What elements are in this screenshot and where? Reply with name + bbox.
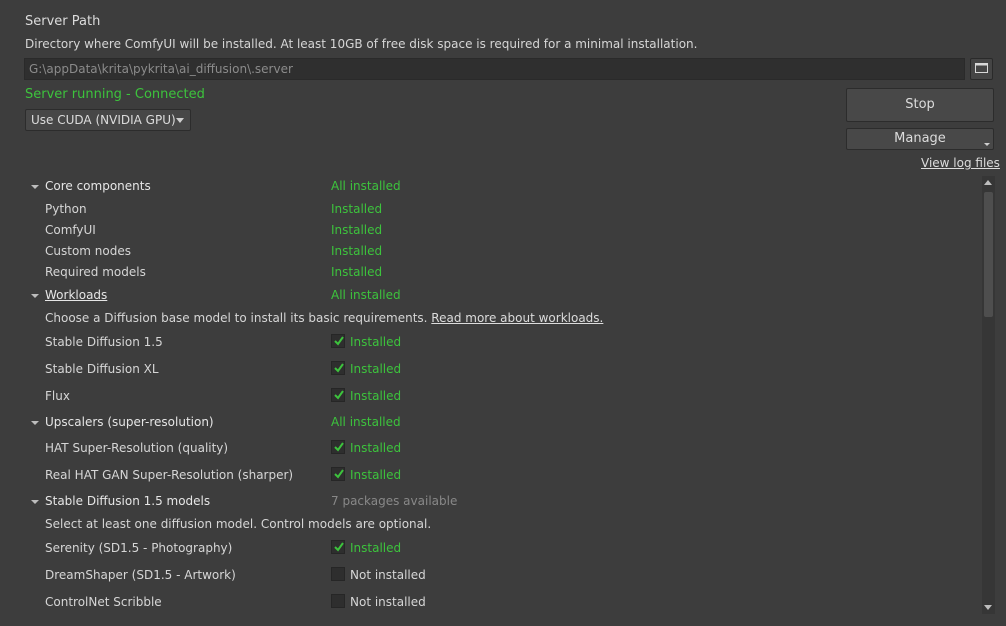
item-label: Flux	[45, 389, 70, 403]
item-label: DreamShaper (SD1.5 - Artwork)	[45, 568, 236, 582]
item-checkbox[interactable]	[331, 540, 345, 554]
item-status: Installed	[350, 389, 402, 403]
checkmark-icon	[334, 336, 344, 346]
section-label: Workloads	[45, 288, 108, 302]
list-item: Python Installed	[25, 199, 980, 219]
checkmark-icon	[334, 363, 344, 373]
item-status: Installed	[350, 362, 402, 376]
section-status: All installed	[331, 179, 401, 193]
read-more-workloads-link[interactable]: Read more about workloads.	[431, 311, 603, 325]
item-checkbox[interactable]	[331, 334, 345, 348]
item-label: Custom nodes	[45, 244, 131, 258]
item-status: Installed	[350, 541, 402, 555]
model-item: DreamShaper (SD1.5 - Artwork) Not instal…	[25, 565, 980, 585]
stop-button[interactable]: Stop	[846, 88, 994, 122]
checkmark-icon	[334, 469, 344, 479]
workload-item: Flux Installed	[25, 386, 980, 406]
section-status: All installed	[331, 288, 401, 302]
menu-indicator-icon	[984, 143, 990, 146]
item-label: Serenity (SD1.5 - Photography)	[45, 541, 233, 555]
hint-text: Choose a Diffusion base model to install…	[45, 311, 428, 325]
item-status: Installed	[331, 265, 383, 279]
scrollbar-thumb[interactable]	[984, 192, 993, 317]
expand-arrow-icon[interactable]	[31, 421, 39, 425]
package-tree: Core components All installed Python Ins…	[25, 174, 980, 618]
scroll-up-icon[interactable]	[984, 180, 992, 185]
checkmark-icon	[334, 390, 344, 400]
item-status: Not installed	[350, 595, 426, 609]
section-upscalers[interactable]: Upscalers (super-resolution) All install…	[25, 412, 980, 432]
workload-item: Stable Diffusion XL Installed	[25, 359, 980, 379]
section-core-components[interactable]: Core components All installed	[25, 176, 980, 196]
checkmark-icon	[334, 442, 344, 452]
section-hint: Choose a Diffusion base model to install…	[25, 308, 980, 328]
list-item: ComfyUI Installed	[25, 220, 980, 240]
section-label: Core components	[45, 179, 151, 193]
folder-icon	[975, 62, 988, 76]
section-workloads[interactable]: Workloads All installed	[25, 285, 980, 305]
list-item: Required models Installed	[25, 262, 980, 282]
item-status: Installed	[331, 202, 383, 216]
item-label: ComfyUI	[45, 223, 96, 237]
item-status: Installed	[350, 335, 402, 349]
item-status: Installed	[331, 244, 383, 258]
item-label: HAT Super-Resolution (quality)	[45, 441, 229, 455]
vertical-scrollbar[interactable]	[982, 176, 995, 614]
item-label: Stable Diffusion 1.5	[45, 335, 163, 349]
section-hint: Select at least one diffusion model. Con…	[25, 514, 980, 534]
item-status: Not installed	[350, 568, 426, 582]
item-checkbox[interactable]	[331, 594, 345, 608]
server-path-description: Directory where ComfyUI will be installe…	[25, 37, 698, 51]
item-checkbox[interactable]	[331, 467, 345, 481]
section-sd15-models[interactable]: Stable Diffusion 1.5 models 7 packages a…	[25, 491, 980, 511]
item-checkbox[interactable]	[331, 388, 345, 402]
backend-select[interactable]: Use CUDA (NVIDIA GPU)	[25, 109, 191, 131]
expand-arrow-icon[interactable]	[31, 294, 39, 298]
manage-button[interactable]: Manage	[846, 128, 994, 150]
chevron-down-icon	[176, 118, 184, 123]
item-status: Installed	[350, 441, 402, 455]
item-label: ControlNet Scribble	[45, 595, 162, 609]
item-label: Required models	[45, 265, 146, 279]
section-status: All installed	[331, 415, 401, 429]
model-item: Serenity (SD1.5 - Photography) Installed	[25, 538, 980, 558]
workload-item: Stable Diffusion 1.5 Installed	[25, 332, 980, 352]
manage-button-label: Manage	[894, 131, 946, 146]
upscaler-item: HAT Super-Resolution (quality) Installed	[25, 438, 980, 458]
section-label: Upscalers (super-resolution)	[45, 415, 214, 429]
item-checkbox[interactable]	[331, 567, 345, 581]
list-item: Custom nodes Installed	[25, 241, 980, 261]
item-label: Python	[45, 202, 87, 216]
expand-arrow-icon[interactable]	[31, 500, 39, 504]
item-status: Installed	[331, 223, 383, 237]
item-label: Stable Diffusion XL	[45, 362, 159, 376]
upscaler-item: Real HAT GAN Super-Resolution (sharper) …	[25, 465, 980, 485]
server-status: Server running - Connected	[25, 87, 205, 102]
expand-arrow-icon[interactable]	[31, 185, 39, 189]
model-item: ControlNet Scribble Not installed	[25, 592, 980, 612]
backend-select-value: Use CUDA (NVIDIA GPU)	[31, 113, 176, 127]
hint-text: Select at least one diffusion model. Con…	[45, 517, 432, 531]
item-status: Installed	[350, 468, 402, 482]
server-path-title: Server Path	[25, 14, 101, 29]
section-status: 7 packages available	[331, 494, 458, 508]
item-label: Real HAT GAN Super-Resolution (sharper)	[45, 468, 294, 482]
server-path-input[interactable]	[24, 58, 965, 80]
section-label: Stable Diffusion 1.5 models	[45, 494, 211, 508]
item-checkbox[interactable]	[331, 361, 345, 375]
browse-folder-button[interactable]	[970, 58, 993, 80]
view-log-files-link[interactable]: View log files	[921, 156, 1000, 170]
checkmark-icon	[334, 542, 344, 552]
scroll-down-icon[interactable]	[984, 605, 992, 610]
item-checkbox[interactable]	[331, 440, 345, 454]
